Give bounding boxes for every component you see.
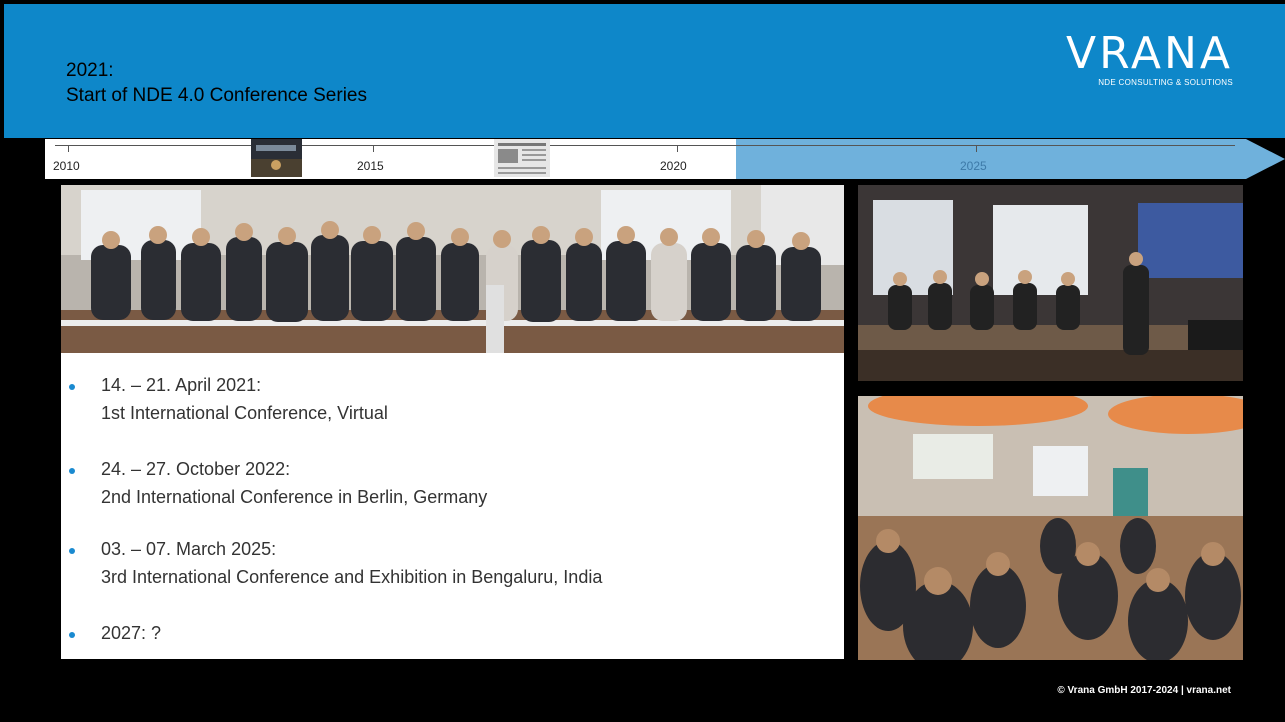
bullet-dot [69, 384, 75, 390]
title-text: Start of NDE 4.0 Conference Series [66, 85, 367, 106]
timeline-year-2025: 2025 [960, 159, 987, 173]
timeline-newspaper-thumbnail [494, 139, 550, 177]
bullet-dot [69, 632, 75, 638]
panel-discussion-photo [858, 185, 1243, 381]
slide-title: 2021: Start of NDE 4.0 Conference Series [66, 58, 367, 108]
logo-wordmark: VRANA [1065, 28, 1233, 79]
future-conference: 2027: ? [101, 623, 162, 643]
timeline-year-2020: 2020 [660, 159, 687, 173]
conference-description: 1st International Conference, Virtual [101, 403, 388, 423]
group-photo [61, 185, 844, 353]
vrana-logo: VRANA NDE CONSULTING & SOLUTIONS [1065, 28, 1233, 88]
title-year: 2021: [66, 60, 114, 81]
timeline-tick [373, 145, 374, 152]
timeline-year-2015: 2015 [357, 159, 384, 173]
copyright-text: © Vrana GmbH 2017-2024 | vrana.net [1057, 685, 1231, 696]
conference-date: 24. – 27. October 2022: [101, 459, 291, 479]
conference-date: 14. – 21. April 2021: [101, 375, 262, 395]
conference-description: 2nd International Conference in Berlin, … [101, 487, 488, 507]
bullet-dot [69, 548, 75, 554]
bullet-dot [69, 468, 75, 474]
timeline-year-2010: 2010 [53, 159, 80, 173]
timeline-tick [677, 145, 678, 152]
timeline-axis [55, 145, 1235, 146]
timeline-thumbnail-image [251, 139, 302, 177]
audience-photo [858, 396, 1243, 660]
conference-date: 03. – 07. March 2025: [101, 539, 277, 559]
timeline-tick [68, 145, 69, 152]
conference-description: 3rd International Conference and Exhibit… [101, 567, 603, 587]
timeline-tick [976, 145, 977, 152]
logo-tagline: NDE CONSULTING & SOLUTIONS [1098, 78, 1233, 87]
conference-list: 14. – 21. April 2021: 1st International … [61, 353, 844, 659]
